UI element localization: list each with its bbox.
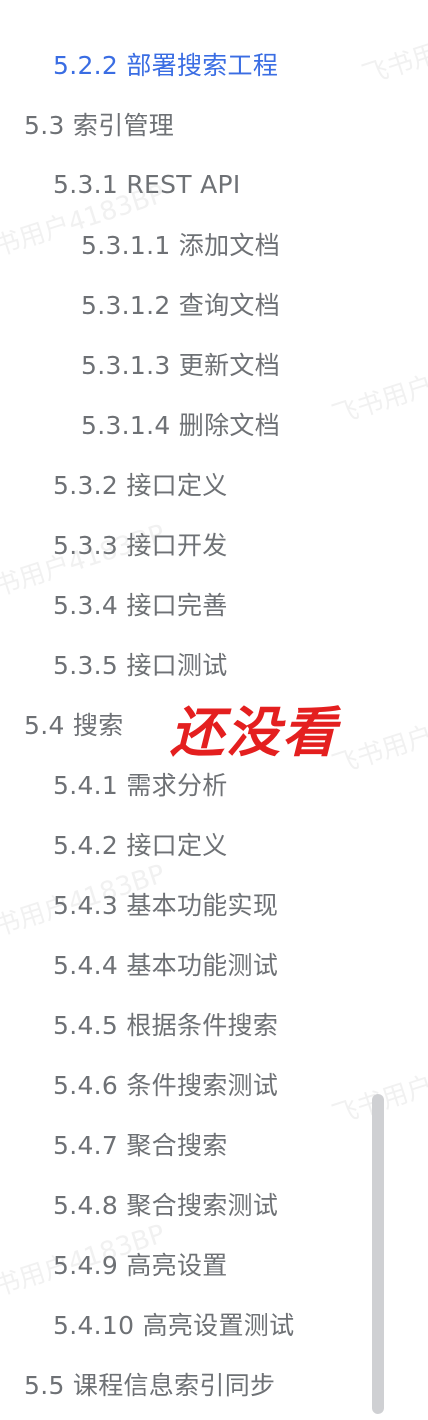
- toc-item-5-3[interactable]: 5.3 索引管理: [0, 94, 388, 154]
- toc-item-5-3-1[interactable]: 5.3.1 REST API: [0, 154, 388, 214]
- toc-item-5-4-4[interactable]: 5.4.4 基本功能测试: [0, 934, 388, 994]
- toc-item-5-3-3[interactable]: 5.3.3 接口开发: [0, 514, 388, 574]
- toc-item-5-2-2[interactable]: 5.2.2 部署搜索工程: [0, 34, 388, 94]
- toc-item-5-3-1-1[interactable]: 5.3.1.1 添加文档: [0, 214, 388, 274]
- toc-item-5-4-8[interactable]: 5.4.8 聚合搜索测试: [0, 1174, 388, 1234]
- toc-item-5-4-5[interactable]: 5.4.5 根据条件搜索: [0, 994, 388, 1054]
- toc-item-5-3-4[interactable]: 5.3.4 接口完善: [0, 574, 388, 634]
- toc-item-5-4-10[interactable]: 5.4.10 高亮设置测试: [0, 1294, 388, 1354]
- toc-item-5-4-7[interactable]: 5.4.7 聚合搜索: [0, 1114, 388, 1174]
- handwritten-annotation: 还没看: [170, 701, 338, 764]
- toc-item-5-4-3[interactable]: 5.4.3 基本功能实现: [0, 874, 388, 934]
- toc-item-5-4-6[interactable]: 5.4.6 条件搜索测试: [0, 1054, 388, 1114]
- toc-item-5-3-1-2[interactable]: 5.3.1.2 查询文档: [0, 274, 388, 334]
- toc-item-5-3-2[interactable]: 5.3.2 接口定义: [0, 454, 388, 514]
- toc-item-5-3-1-3[interactable]: 5.3.1.3 更新文档: [0, 334, 388, 394]
- scrollbar[interactable]: [372, 1094, 384, 1414]
- toc-item-5-5[interactable]: 5.5 课程信息索引同步: [0, 1354, 388, 1414]
- toc-item-5-4-9[interactable]: 5.4.9 高亮设置: [0, 1234, 388, 1294]
- toc-item-5-4-2[interactable]: 5.4.2 接口定义: [0, 814, 388, 874]
- toc-item-5-3-5[interactable]: 5.3.5 接口测试: [0, 634, 388, 694]
- toc-item-5-3-1-4[interactable]: 5.3.1.4 删除文档: [0, 394, 388, 454]
